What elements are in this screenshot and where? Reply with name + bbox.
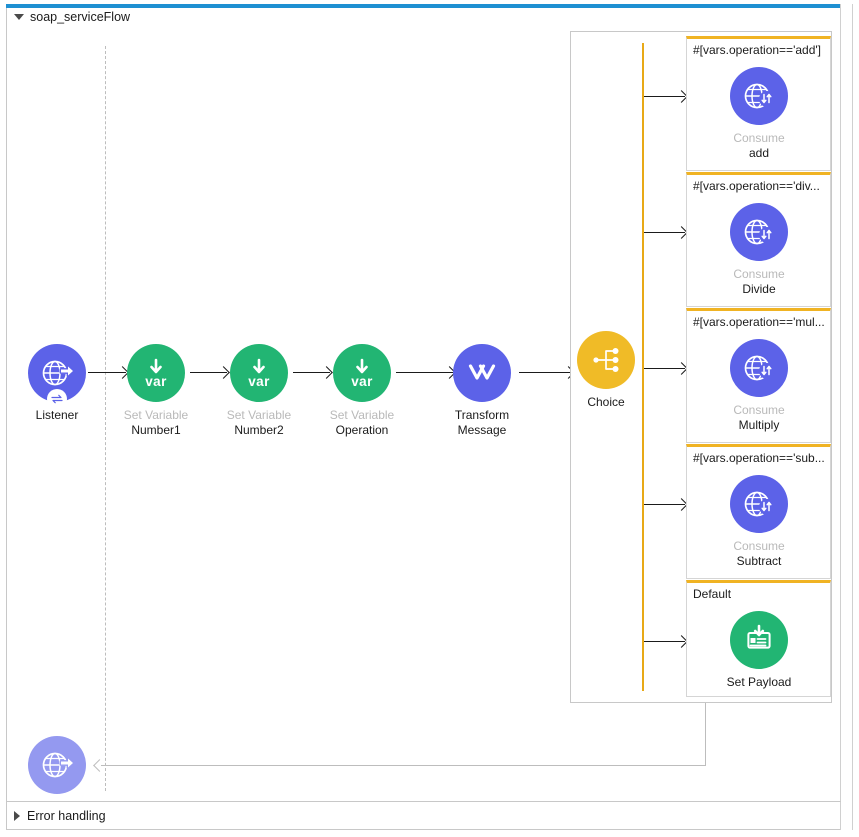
transform-chevrons-icon <box>468 364 496 380</box>
choice-branch-icon <box>593 348 619 372</box>
exchange-icon <box>51 394 63 404</box>
consume-bubble[interactable] <box>730 339 788 397</box>
listener-bubble[interactable] <box>28 344 86 409</box>
error-handling-label: Error handling <box>27 809 106 823</box>
node-sublabel: Transform <box>454 408 510 422</box>
node-error-listener[interactable] <box>5 736 109 794</box>
node-sublabel: Consume <box>733 267 785 281</box>
node-sublabel: Set Variable <box>329 408 395 422</box>
var-down-arrow-icon: var <box>145 358 167 389</box>
node-consume-multiply[interactable]: Consume Multiply <box>707 339 811 433</box>
branch-multiply[interactable]: #[vars.operation=='mul... Consume Multip… <box>686 308 831 443</box>
connector-spine-to-subtract <box>644 504 685 505</box>
branch-condition: #[vars.operation=='div... <box>693 179 820 193</box>
connector-spine-to-default <box>644 641 685 642</box>
branch-condition: Default <box>693 587 732 601</box>
set-payload-icon <box>747 624 771 649</box>
node-label: Number2 <box>234 423 284 437</box>
node-label: add <box>748 146 770 160</box>
consume-bubble[interactable] <box>730 67 788 125</box>
globe-arrow-right-icon <box>42 360 74 386</box>
flow-name: soap_serviceFlow <box>30 10 131 24</box>
var-down-arrow-icon: var <box>248 358 270 389</box>
node-consume-divide[interactable]: Consume Divide <box>707 203 811 297</box>
node-set-payload[interactable]: Set Payload <box>707 611 811 690</box>
triangle-right-icon[interactable] <box>14 811 20 821</box>
set-variable-bubble[interactable]: var <box>230 344 288 402</box>
error-handling-separator <box>7 801 841 802</box>
node-consume-subtract[interactable]: Consume Subtract <box>707 475 811 569</box>
choice-bubble[interactable] <box>577 331 635 389</box>
connector-spine-to-divide <box>644 232 685 233</box>
svg-text:var: var <box>248 374 270 389</box>
svg-text:var: var <box>145 374 167 389</box>
node-set-variable-operation[interactable]: var Set Variable Operation <box>310 344 414 438</box>
node-label: Multiply <box>738 418 780 432</box>
branch-condition: #[vars.operation=='mul... <box>693 315 825 329</box>
node-label: Listener <box>35 408 79 422</box>
set-payload-bubble[interactable] <box>730 611 788 669</box>
consume-bubble[interactable] <box>730 203 788 261</box>
flow-header[interactable]: soap_serviceFlow <box>14 10 130 24</box>
globe-exchange-icon <box>744 219 775 245</box>
transform-message-bubble[interactable] <box>453 344 511 402</box>
node-label: Number1 <box>131 423 181 437</box>
node-transform-message[interactable]: Transform Message <box>430 344 534 438</box>
node-label: Set Payload <box>726 675 792 689</box>
flow-canvas: soap_serviceFlow Listener var Set Variab… <box>0 0 859 837</box>
branch-condition: #[vars.operation=='sub... <box>693 451 825 465</box>
node-set-variable-number2[interactable]: var Set Variable Number2 <box>207 344 311 438</box>
consume-bubble[interactable] <box>730 475 788 533</box>
right-guide-1 <box>840 4 841 830</box>
node-label: Operation <box>335 423 389 437</box>
node-label: Message <box>457 423 507 437</box>
globe-exchange-icon <box>744 83 775 109</box>
node-set-variable-number1[interactable]: var Set Variable Number1 <box>104 344 208 438</box>
node-label: Divide <box>742 282 776 296</box>
globe-arrow-right-icon <box>42 752 74 778</box>
node-consume-add[interactable]: Consume add <box>707 67 811 161</box>
branch-divide[interactable]: #[vars.operation=='div... Consume Divide <box>686 172 831 307</box>
node-label: Subtract <box>736 554 782 568</box>
globe-exchange-icon <box>744 491 775 517</box>
node-sublabel: Set Variable <box>226 408 292 422</box>
triangle-down-icon[interactable] <box>14 14 24 20</box>
listener-badge <box>47 389 67 409</box>
var-down-arrow-icon: var <box>351 358 373 389</box>
set-variable-bubble[interactable]: var <box>333 344 391 402</box>
right-guide-2 <box>852 4 853 830</box>
flow-accent-bar <box>6 4 841 8</box>
set-variable-bubble[interactable]: var <box>127 344 185 402</box>
branch-condition: #[vars.operation=='add'] <box>693 43 822 57</box>
node-sublabel: Consume <box>733 131 785 145</box>
branch-subtract[interactable]: #[vars.operation=='sub... Consume Subtra… <box>686 444 831 579</box>
connector-spine-to-multiply <box>644 368 685 369</box>
node-sublabel: Consume <box>733 403 785 417</box>
return-path-vertical <box>705 703 706 765</box>
svg-text:var: var <box>351 374 373 389</box>
node-sublabel: Consume <box>733 539 785 553</box>
branch-add[interactable]: #[vars.operation=='add'] Consume add <box>686 36 831 171</box>
branch-default[interactable]: Default Set Payload <box>686 580 831 697</box>
globe-exchange-icon <box>744 355 775 381</box>
error-handling-header[interactable]: Error handling <box>14 809 106 823</box>
node-listener[interactable]: Listener <box>5 344 109 423</box>
node-choice[interactable]: Choice <box>554 331 658 410</box>
node-label: Choice <box>587 395 625 409</box>
connector-spine-to-add <box>644 96 685 97</box>
node-sublabel: Set Variable <box>123 408 189 422</box>
return-path-horizontal <box>101 765 706 766</box>
error-listener-bubble[interactable] <box>28 736 86 794</box>
